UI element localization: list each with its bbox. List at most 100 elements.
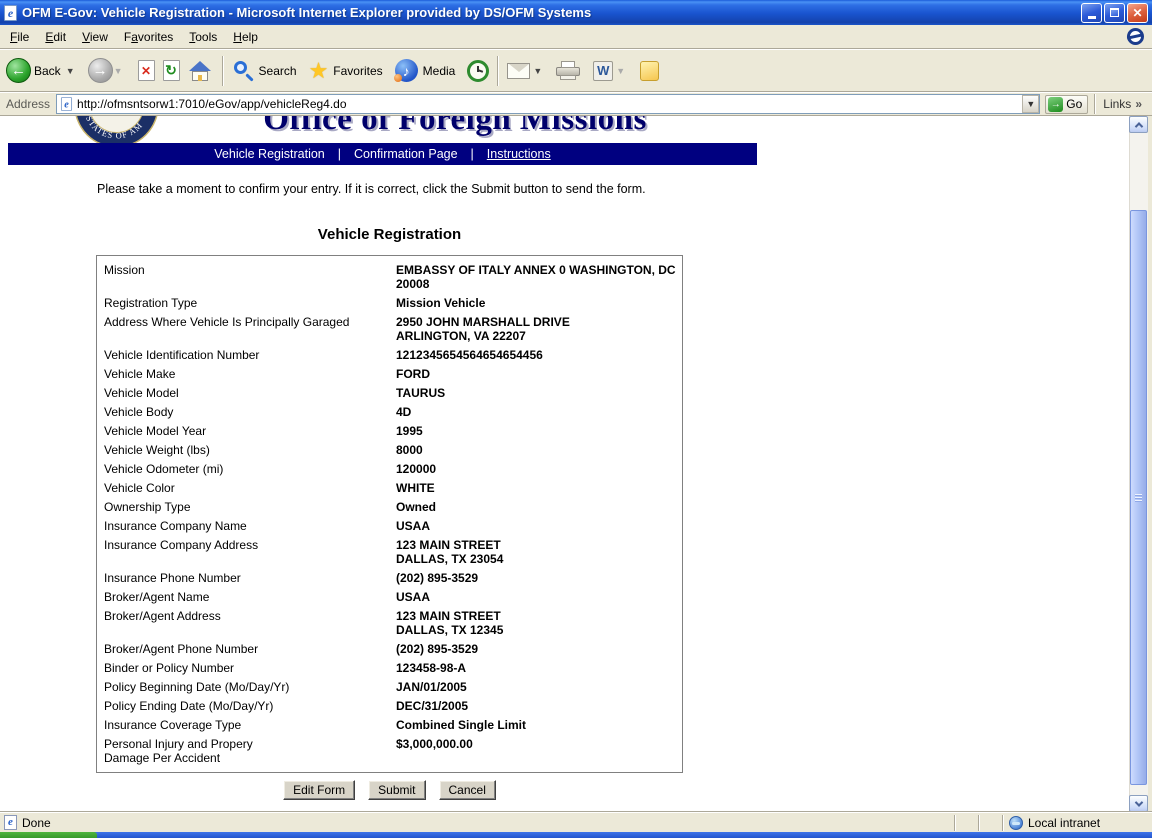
field-value: $3,000,000.00 [396, 737, 682, 765]
field-value: 4D [396, 405, 682, 419]
field-value: USAA [396, 590, 682, 604]
print-icon [556, 61, 580, 80]
page-icon: e [61, 97, 72, 111]
mail-dropdown-icon[interactable]: ▼ [533, 66, 542, 76]
menu-item-file[interactable]: File [2, 27, 37, 47]
status-page-icon: e [4, 815, 17, 830]
status-pane [954, 815, 978, 831]
chevron-up-icon [1134, 122, 1142, 130]
back-dropdown-icon[interactable]: ▼ [66, 66, 75, 76]
field-row: Registration TypeMission Vehicle [97, 293, 682, 312]
forward-dropdown-icon[interactable]: ▼ [114, 66, 123, 76]
field-row: Insurance Phone Number(202) 895-3529 [97, 568, 682, 587]
field-value: EMBASSY OF ITALY ANNEX 0 WASHINGTON, DC … [396, 263, 682, 291]
go-label: Go [1066, 97, 1082, 111]
form-table: MissionEMBASSY OF ITALY ANNEX 0 WASHINGT… [96, 255, 683, 773]
field-value: 123 MAIN STREET DALLAS, TX 12345 [396, 609, 682, 637]
field-row: Vehicle ModelTAURUS [97, 383, 682, 402]
media-button[interactable]: ♪ Media [393, 59, 460, 82]
favorites-button[interactable]: ★ Favorites [307, 60, 387, 82]
favorites-label: Favorites [333, 64, 382, 78]
field-label: Insurance Coverage Type [97, 718, 396, 732]
field-value: (202) 895-3529 [396, 642, 682, 656]
restore-button[interactable] [1104, 3, 1125, 23]
site-nav: Vehicle Registration | Confirmation Page | I… [8, 143, 757, 165]
menu-item-view[interactable]: View [74, 27, 116, 47]
field-value: FORD [396, 367, 682, 381]
status-pane [978, 815, 1002, 831]
nav-separator: | [471, 147, 474, 161]
nav-item-confirmation-page[interactable]: Confirmation Page [354, 147, 458, 161]
windows-taskbar-sliver[interactable] [0, 832, 1152, 838]
cancel-button[interactable]: Cancel [439, 780, 496, 800]
close-icon: ✕ [1132, 7, 1142, 19]
forward-button[interactable]: → ▼ [88, 58, 128, 83]
media-icon: ♪ [395, 59, 418, 82]
field-label: Broker/Agent Phone Number [97, 642, 396, 656]
back-label: Back [34, 64, 61, 78]
field-row: Vehicle Weight (lbs)8000 [97, 440, 682, 459]
messenger-button[interactable] [636, 61, 663, 81]
messenger-icon [640, 61, 659, 81]
field-label: Personal Injury and Propery Damage Per A… [97, 737, 396, 765]
minimize-button[interactable] [1081, 3, 1102, 23]
go-button[interactable]: → Go [1045, 95, 1088, 114]
toolbar-separator [497, 56, 499, 86]
form-title: Vehicle Registration [96, 226, 683, 243]
intranet-globe-icon [1009, 816, 1023, 830]
mail-button[interactable]: ▼ [505, 63, 547, 79]
start-button-sliver[interactable] [0, 832, 97, 838]
vertical-scrollbar[interactable] [1129, 116, 1148, 812]
scrollbar-thumb[interactable] [1130, 210, 1147, 785]
stop-button[interactable]: ✕ [134, 60, 159, 81]
toolbar-separator [222, 56, 224, 86]
favorites-star-icon: ★ [309, 60, 329, 82]
refresh-button[interactable]: ↻ [159, 60, 184, 81]
toolbar: ← Back ▼ → ▼ ✕ ↻ Search ★ Favorites ♪ Me… [0, 49, 1152, 92]
field-value: 1995 [396, 424, 682, 438]
field-value: 120000 [396, 462, 682, 476]
scroll-down-button[interactable] [1129, 795, 1148, 812]
close-button[interactable]: ✕ [1127, 3, 1148, 23]
field-value: TAURUS [396, 386, 682, 400]
scroll-up-button[interactable] [1129, 116, 1148, 133]
edit-form-button[interactable]: Edit Form [283, 780, 355, 800]
field-row: Binder or Policy Number123458-98-A [97, 658, 682, 677]
search-button[interactable]: Search [230, 60, 301, 82]
home-button[interactable] [184, 60, 216, 82]
menu-item-tools[interactable]: Tools [181, 27, 225, 47]
status-bar: e Done Local intranet [0, 812, 1152, 832]
edit-with-word-button[interactable]: W ▼ [591, 61, 630, 81]
site-title: Office of Foreign Missions [150, 116, 760, 138]
field-label: Vehicle Model [97, 386, 396, 400]
history-button[interactable] [465, 60, 491, 82]
field-value: 123458-98-A [396, 661, 682, 675]
field-value: Owned [396, 500, 682, 514]
search-label: Search [259, 64, 297, 78]
menu-item-edit[interactable]: Edit [37, 27, 74, 47]
back-button[interactable]: ← Back ▼ [6, 58, 80, 83]
field-value: Combined Single Limit [396, 718, 682, 732]
links-button[interactable]: Links » [1094, 94, 1148, 114]
submit-button[interactable]: Submit [368, 780, 425, 800]
field-label: Vehicle Make [97, 367, 396, 381]
field-row: Vehicle Identification Number12123456545… [97, 345, 682, 364]
field-label: Address Where Vehicle Is Principally Gar… [97, 315, 396, 343]
window-title: OFM E-Gov: Vehicle Registration - Micros… [22, 5, 1081, 20]
print-button[interactable] [553, 61, 583, 80]
address-input[interactable]: e http://ofmsntsorw1:7010/eGov/app/vehic… [56, 94, 1040, 114]
links-label: Links [1103, 97, 1131, 111]
nav-item-instructions[interactable]: Instructions [487, 147, 551, 161]
field-label: Mission [97, 263, 396, 291]
field-row: Vehicle MakeFORD [97, 364, 682, 383]
nav-separator: | [338, 147, 341, 161]
field-label: Policy Beginning Date (Mo/Day/Yr) [97, 680, 396, 694]
nav-item-vehicle-registration[interactable]: Vehicle Registration [214, 147, 324, 161]
address-bar: Address e http://ofmsntsorw1:7010/eGov/a… [0, 92, 1152, 116]
url-text: http://ofmsntsorw1:7010/eGov/app/vehicle… [77, 97, 1022, 111]
address-label: Address [6, 97, 50, 111]
address-dropdown-button[interactable]: ▼ [1022, 95, 1039, 113]
menu-item-help[interactable]: Help [225, 27, 266, 47]
menu-item-favorites[interactable]: Favorites [116, 27, 181, 47]
field-value: JAN/01/2005 [396, 680, 682, 694]
